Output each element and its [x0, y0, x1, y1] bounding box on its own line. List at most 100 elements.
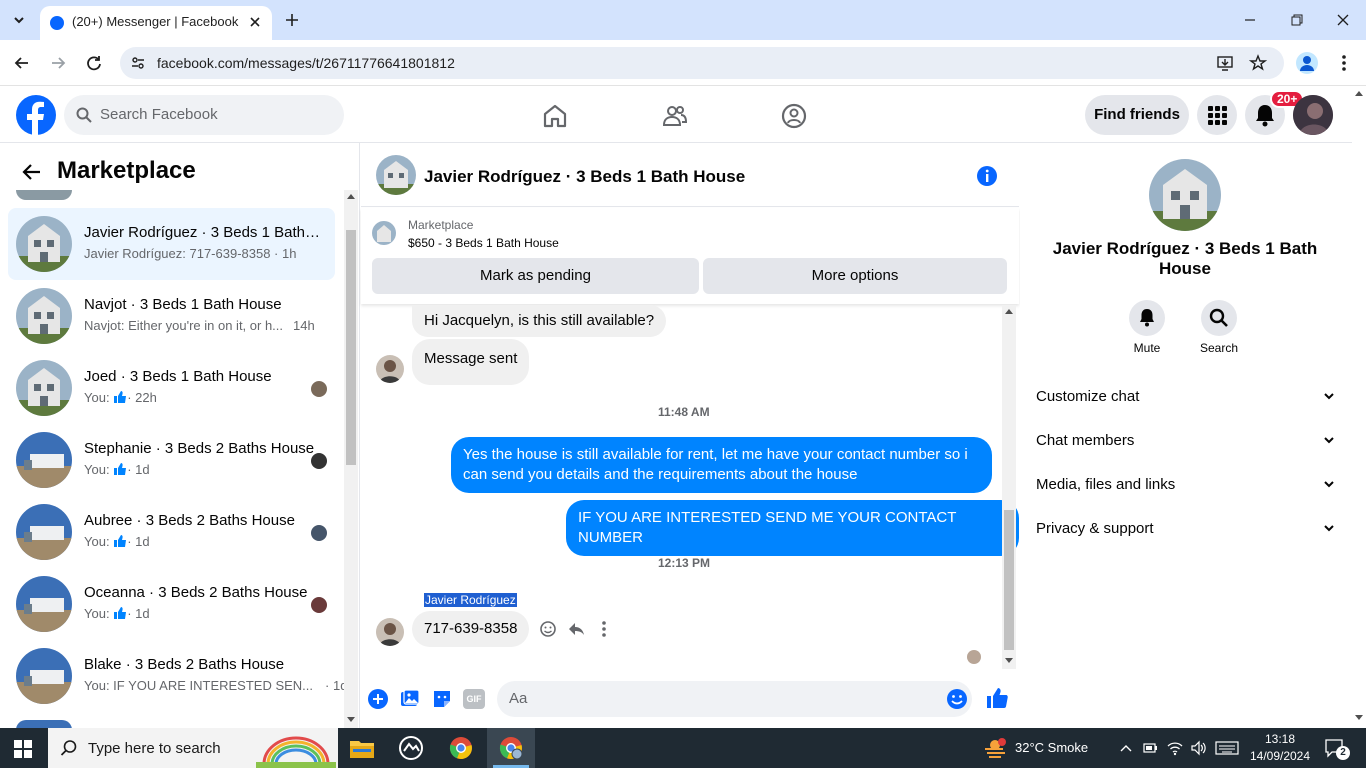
scroll-down-arrow-icon[interactable] [1355, 715, 1363, 720]
conversation-item-navjot[interactable]: Navjot · 3 Beds 1 Bath House Navjot: Eit… [8, 280, 335, 352]
forward-button[interactable] [48, 53, 68, 73]
message-scrollbar[interactable] [1002, 305, 1016, 669]
home-icon[interactable] [541, 102, 569, 130]
keyboard-icon[interactable] [1215, 741, 1239, 755]
message-bubble-outgoing[interactable]: IF YOU ARE INTERESTED SEND ME YOUR CONTA… [566, 500, 1019, 556]
message-bubble-incoming[interactable]: Hi Jacquelyn, is this still available? [412, 305, 667, 337]
restore-button[interactable] [1289, 12, 1305, 28]
tab-close-icon[interactable] [246, 13, 264, 31]
clock-time[interactable]: 13:18 [1251, 732, 1309, 746]
customize-chat-section[interactable]: Customize chat [1036, 381, 1336, 413]
bookmark-star-icon[interactable] [1249, 54, 1267, 72]
file-explorer-icon[interactable] [350, 738, 374, 758]
clock-date[interactable]: 14/09/2024 [1246, 749, 1314, 763]
minimize-button[interactable] [1242, 12, 1258, 28]
facebook-logo-icon[interactable] [16, 95, 56, 135]
more-options-button[interactable]: More options [703, 258, 1007, 294]
message-input[interactable]: Aa [497, 681, 972, 717]
scroll-up-arrow-icon[interactable] [1005, 309, 1013, 314]
message-bubble-incoming[interactable]: 717-639-8358 [412, 611, 530, 647]
chat-title[interactable]: Javier Rodríguez · 3 Beds 1 Bath House [424, 167, 745, 187]
facebook-top-bar: Search Facebook Find friends 20+ [0, 87, 1352, 143]
tab-search-dropdown-button[interactable] [8, 9, 30, 31]
active-chrome-taskbar-item[interactable] [487, 728, 535, 768]
scrollbar-thumb[interactable] [1004, 510, 1014, 650]
windows-start-icon[interactable] [14, 740, 32, 758]
thumbs-up-icon [113, 463, 127, 475]
listing-title[interactable]: $650 - 3 Beds 1 Bath House [408, 236, 559, 250]
active-tab[interactable]: (20+) Messenger | Facebook [40, 6, 272, 40]
partial-avatar [16, 190, 72, 200]
info-icon[interactable] [976, 165, 998, 187]
wifi-icon[interactable] [1166, 740, 1184, 756]
address-bar[interactable]: facebook.com/messages/t/2671177664180181… [120, 47, 1284, 79]
chat-list-scrollbar[interactable] [344, 190, 358, 728]
back-button[interactable] [12, 53, 32, 73]
mute-button[interactable] [1129, 300, 1165, 336]
close-window-button[interactable] [1335, 12, 1351, 28]
chrome-icon[interactable] [449, 736, 473, 760]
scroll-up-arrow-icon[interactable] [347, 194, 355, 199]
mark-as-pending-button[interactable]: Mark as pending [372, 258, 699, 294]
weather-text[interactable]: 32°C Smoke [1015, 740, 1088, 755]
chat-members-section[interactable]: Chat members [1036, 425, 1336, 457]
conversation-item-blake[interactable]: Blake · 3 Beds 2 Baths House You: IF YOU… [8, 640, 347, 712]
more-actions-icon[interactable] [594, 619, 614, 639]
chevron-down-icon [1322, 389, 1336, 403]
conversation-item-oceanna[interactable]: Oceanna · 3 Beds 2 Baths House You: · 1d [8, 568, 335, 640]
seen-receipt-avatar [967, 650, 981, 664]
conversation-item-aubree[interactable]: Aubree · 3 Beds 2 Baths House You: · 1d [8, 496, 335, 568]
volume-icon[interactable] [1190, 740, 1208, 756]
camera-app-icon[interactable] [399, 736, 423, 760]
photo-icon[interactable] [399, 688, 421, 710]
chat-avatar[interactable] [376, 155, 416, 195]
browser-menu-icon[interactable] [1336, 53, 1352, 73]
sender-avatar[interactable] [376, 355, 404, 383]
media-files-links-section[interactable]: Media, files and links [1036, 469, 1336, 501]
plus-circle-icon[interactable] [367, 688, 389, 710]
back-arrow-icon[interactable] [22, 162, 42, 182]
message-bubble-incoming[interactable]: Message sent [412, 339, 530, 385]
taskbar-search-placeholder: Type here to search [88, 740, 221, 757]
weather-icon[interactable] [983, 737, 1007, 759]
facebook-search-input[interactable]: Search Facebook [64, 95, 344, 135]
install-app-icon[interactable] [1216, 54, 1234, 72]
scroll-down-arrow-icon[interactable] [347, 717, 355, 722]
house-avatar [16, 360, 72, 416]
message-bubble-outgoing[interactable]: Yes the house is still available for ren… [451, 437, 992, 493]
taskbar-search-box[interactable]: Type here to search [48, 728, 338, 768]
scrollbar-thumb[interactable] [346, 230, 356, 465]
reload-button[interactable] [84, 53, 104, 73]
sticker-icon[interactable] [431, 688, 453, 710]
show-hidden-icons-icon[interactable] [1119, 741, 1133, 755]
thumbs-up-send-icon[interactable] [985, 686, 1009, 710]
conversation-preview: You: · 22h [84, 390, 157, 405]
page-scrollbar[interactable] [1352, 87, 1366, 728]
find-friends-button[interactable]: Find friends [1085, 95, 1189, 135]
conversation-item-javier[interactable]: Javier Rodríguez · 3 Beds 1 Bath House J… [8, 208, 335, 280]
sender-avatar[interactable] [376, 618, 404, 646]
conversation-item-joed[interactable]: Joed · 3 Beds 1 Bath House You: · 22h [8, 352, 335, 424]
groups-icon[interactable] [780, 102, 808, 130]
emoji-icon[interactable] [946, 688, 968, 710]
conversation-name: Stephanie · 3 Beds 2 Baths House [84, 440, 315, 457]
friends-icon[interactable] [661, 102, 689, 130]
react-emoji-icon[interactable] [538, 619, 558, 639]
search-in-chat-button[interactable] [1201, 300, 1237, 336]
privacy-support-section[interactable]: Privacy & support [1036, 513, 1336, 545]
scroll-down-arrow-icon[interactable] [1005, 658, 1013, 663]
site-info-icon[interactable] [130, 55, 146, 71]
listing-thumbnail[interactable] [372, 221, 396, 245]
chat-info-panel: Javier Rodríguez · 3 Beds 1 Bath House M… [1020, 143, 1352, 728]
read-receipt-avatar [311, 453, 327, 469]
conversation-item-stephanie[interactable]: Stephanie · 3 Beds 2 Baths House You: · … [8, 424, 335, 496]
scroll-up-arrow-icon[interactable] [1355, 91, 1363, 96]
new-tab-button[interactable] [283, 11, 301, 29]
account-avatar[interactable] [1293, 95, 1333, 135]
profile-avatar-icon[interactable] [1296, 52, 1318, 74]
reply-icon[interactable] [566, 619, 586, 639]
gif-button[interactable]: GIF [463, 689, 485, 709]
contact-avatar[interactable] [1149, 159, 1221, 231]
menu-grid-button[interactable] [1197, 95, 1237, 135]
battery-icon[interactable] [1142, 740, 1158, 756]
